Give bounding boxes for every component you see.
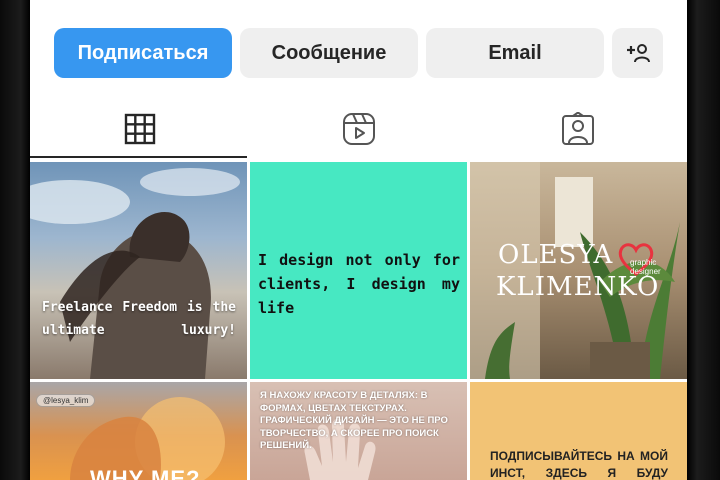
brand-name-line-2: KLIMENKO xyxy=(496,272,660,302)
profile-tabs xyxy=(30,100,687,158)
tab-posts-grid[interactable] xyxy=(30,100,249,158)
add-user-button[interactable] xyxy=(612,28,663,78)
post-thumbnail[interactable]: Я НАХОЖУ КРАСОТУ В ДЕТАЛЯХ: В ФОРМАХ, ЦВ… xyxy=(250,382,467,480)
username-handle: @lesya_klim xyxy=(36,394,96,407)
post-thumbnail[interactable]: @lesya_klim WHY ME? xyxy=(30,382,247,480)
person-plus-icon xyxy=(626,44,650,63)
tab-reels[interactable] xyxy=(249,100,468,158)
posts-grid: Freelance Freedom is the ultimate luxury… xyxy=(30,162,687,480)
post-caption: Я НАХОЖУ КРАСОТУ В ДЕТАЛЯХ: В ФОРМАХ, ЦВ… xyxy=(260,390,448,451)
profile-screen: Подписаться Сообщение Email Freelance Fr… xyxy=(30,0,687,480)
tagged-icon xyxy=(561,112,594,145)
email-button[interactable]: Email xyxy=(426,28,604,78)
message-button[interactable]: Сообщение xyxy=(240,28,418,78)
grid-icon xyxy=(124,113,155,145)
post-thumbnail[interactable]: OLESYA KLIMENKO graphic designer xyxy=(470,162,687,379)
brand-name-line-1: OLESYA xyxy=(498,240,614,270)
phone-frame: Подписаться Сообщение Email Freelance Fr… xyxy=(0,0,720,480)
reels-icon xyxy=(342,113,375,145)
post-caption: ПОДПИСЫВАЙТЕСЬ НА МОЙ ИНСТ, ЗДЕСЬ Я БУДУ xyxy=(490,449,668,480)
active-tab-indicator xyxy=(30,156,247,158)
post-caption: Freelance Freedom is the ultimate luxury… xyxy=(42,300,236,338)
tab-tagged[interactable] xyxy=(468,100,687,158)
post-thumbnail[interactable]: ПОДПИСЫВАЙТЕСЬ НА МОЙ ИНСТ, ЗДЕСЬ Я БУДУ xyxy=(470,382,687,480)
post-caption: WHY ME? xyxy=(90,466,201,480)
post-caption: I design not only for clients, I design … xyxy=(258,251,460,317)
follow-button[interactable]: Подписаться xyxy=(54,28,232,78)
phone-bezel-left xyxy=(0,0,30,480)
brand-subtitle: graphic designer xyxy=(630,258,661,276)
woman-photo xyxy=(30,168,240,379)
phone-bezel-right xyxy=(687,0,720,480)
post-thumbnail[interactable]: I design not only for clients, I design … xyxy=(250,162,467,379)
post-thumbnail[interactable]: Freelance Freedom is the ultimate luxury… xyxy=(30,162,247,379)
